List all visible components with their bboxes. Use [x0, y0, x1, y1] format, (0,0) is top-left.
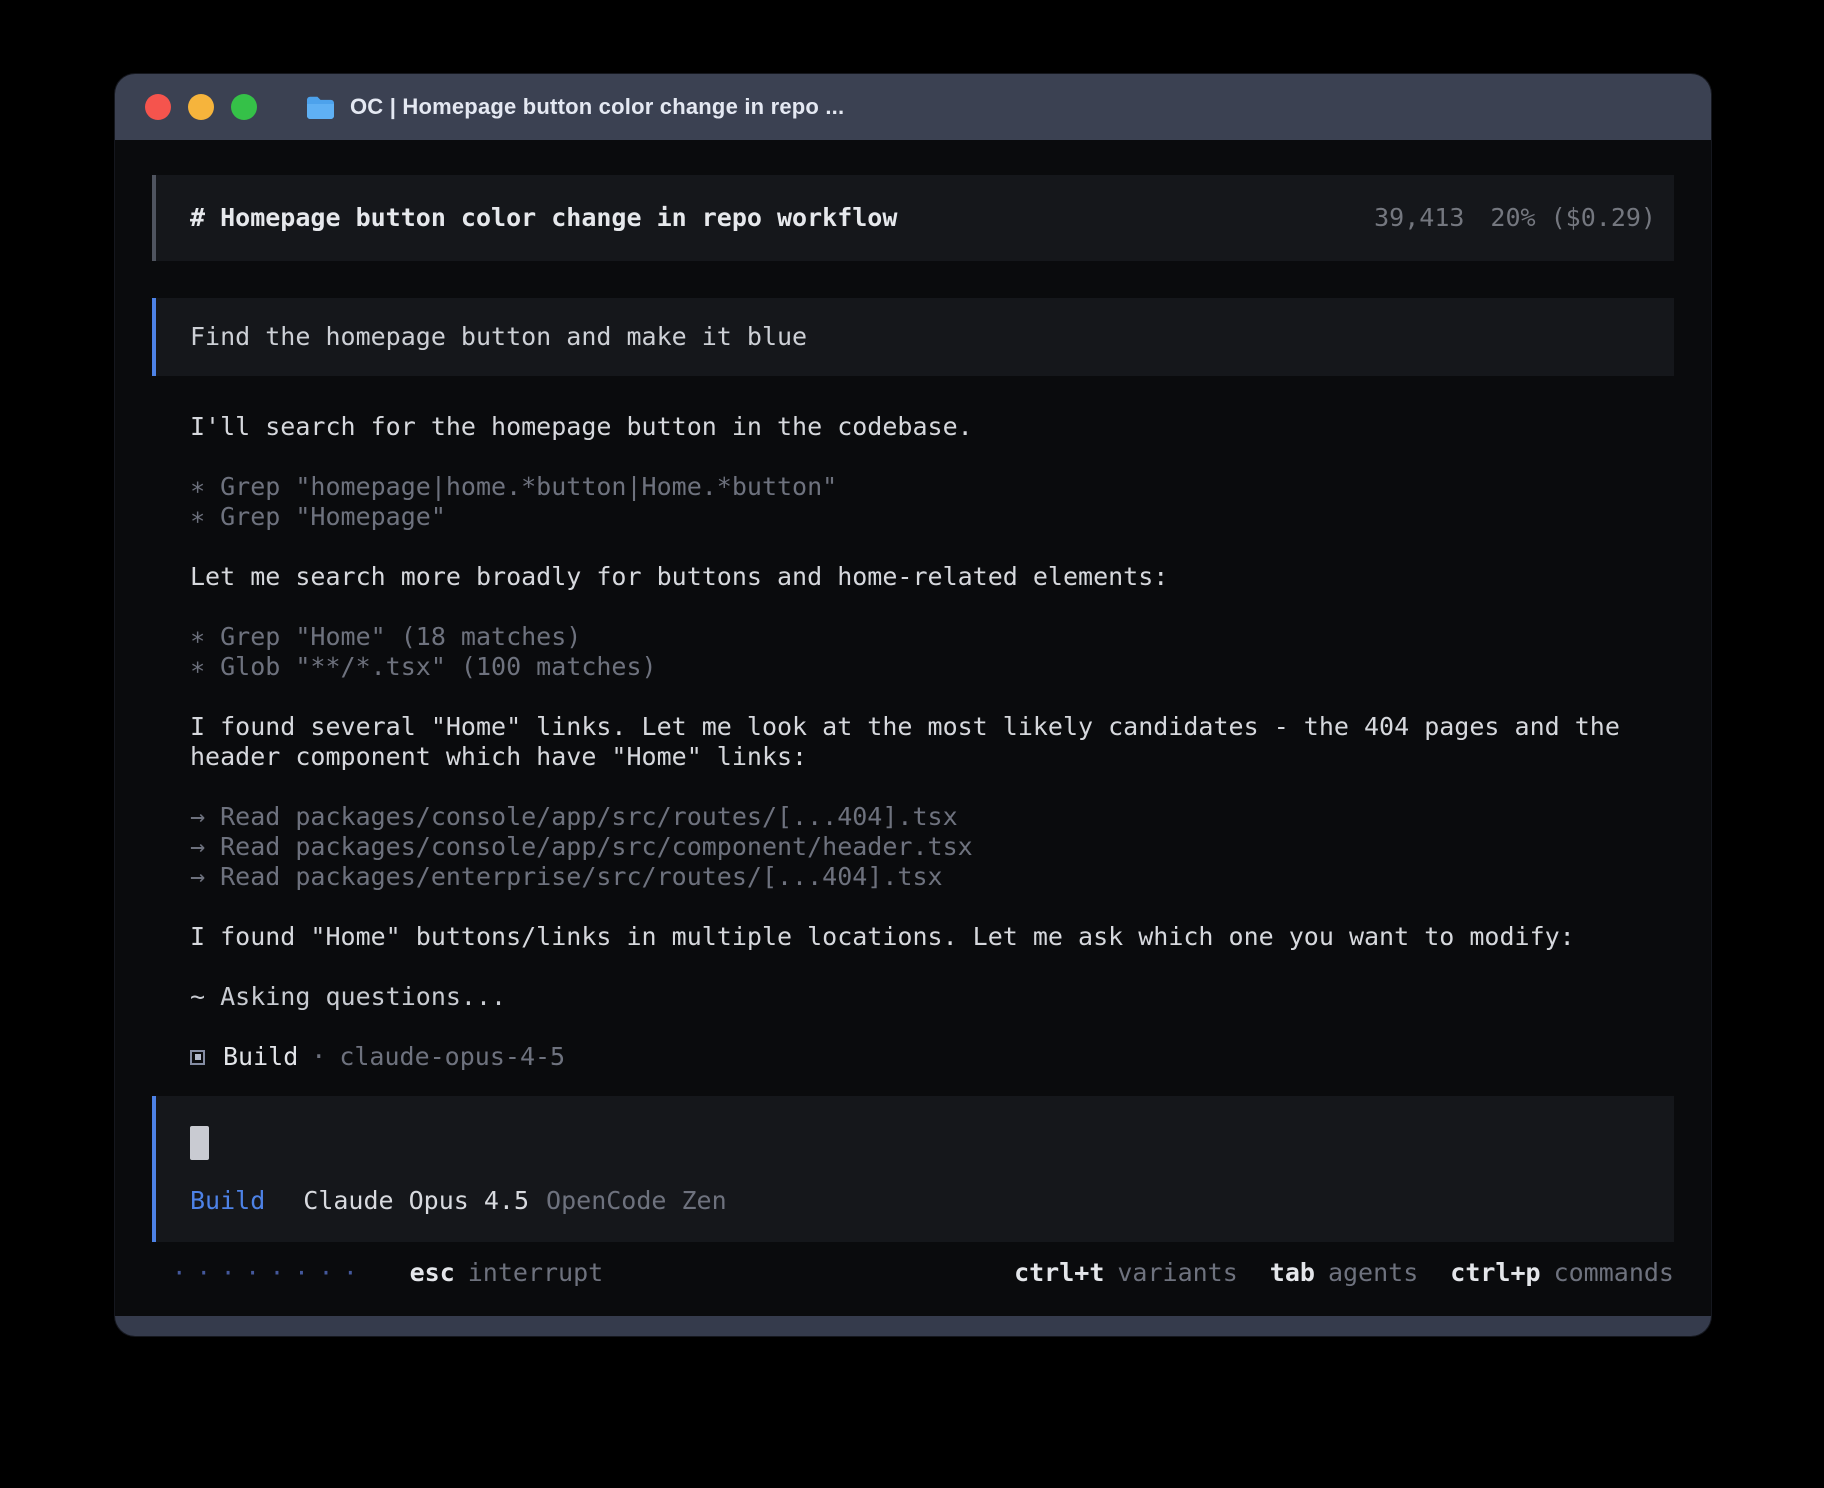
hint-variants: ctrl+t variants	[1014, 1258, 1238, 1288]
assistant-text: I found "Home" buttons/links in multiple…	[190, 922, 1670, 952]
app-window: OC | Homepage button color change in rep…	[115, 74, 1711, 1336]
status-line: ~ Asking questions...	[190, 982, 1670, 1012]
assistant-response: I'll search for the homepage button in t…	[152, 412, 1674, 1072]
window-controls	[145, 94, 257, 120]
titlebar: OC | Homepage button color change in rep…	[115, 74, 1711, 140]
tool-call-grep: ∗ Grep "Home" (18 matches)	[190, 622, 1670, 652]
terminal: # Homepage button color change in repo w…	[115, 140, 1711, 1316]
window-title: OC | Homepage button color change in rep…	[350, 94, 844, 120]
user-message: Find the homepage button and make it blu…	[152, 298, 1674, 376]
hint-key: tab	[1270, 1258, 1315, 1288]
hint-label: agents	[1328, 1258, 1418, 1288]
folder-icon	[305, 95, 336, 120]
hint-key: ctrl+t	[1014, 1258, 1104, 1288]
agent-square-icon	[190, 1050, 205, 1065]
esc-key-label: interrupt	[468, 1258, 603, 1288]
assistant-text: Let me search more broadly for buttons a…	[190, 562, 1670, 592]
session-title: # Homepage button color change in repo w…	[190, 203, 897, 233]
tool-call-read: → Read packages/enterprise/src/routes/[.…	[190, 862, 1670, 892]
spinner-dots: ········	[172, 1258, 368, 1288]
prompt-input[interactable]: Build Claude Opus 4.5 OpenCode Zen	[152, 1096, 1674, 1242]
token-count: 39,413	[1374, 203, 1464, 233]
input-provider: OpenCode Zen	[546, 1186, 727, 1216]
minimize-button[interactable]	[188, 94, 214, 120]
input-model: Claude Opus 4.5	[303, 1186, 529, 1216]
tool-call-group: → Read packages/console/app/src/routes/[…	[190, 802, 1670, 892]
input-agent-mode[interactable]: Build	[190, 1186, 265, 1216]
assistant-text: I'll search for the homepage button in t…	[190, 412, 1670, 442]
keyboard-hints: ctrl+t variants tab agents ctrl+p comman…	[1014, 1258, 1674, 1288]
hint-key: ctrl+p	[1450, 1258, 1540, 1288]
session-header: # Homepage button color change in repo w…	[152, 175, 1674, 261]
hint-commands: ctrl+p commands	[1450, 1258, 1674, 1288]
session-stats: 39,413 20% ($0.29)	[1374, 203, 1656, 233]
user-message-text: Find the homepage button and make it blu…	[190, 322, 807, 351]
status-bar: ········ esc interrupt ctrl+t variants t…	[152, 1258, 1674, 1288]
tool-call-group: ∗ Grep "homepage|home.*button|Home.*butt…	[190, 472, 1670, 532]
tool-call-glob: ∗ Glob "**/*.tsx" (100 matches)	[190, 652, 1670, 682]
agent-name: Build	[223, 1042, 298, 1072]
tool-call-grep: ∗ Grep "Homepage"	[190, 502, 1670, 532]
close-button[interactable]	[145, 94, 171, 120]
esc-key-hint: esc	[410, 1258, 455, 1288]
separator-dot: ·	[311, 1042, 326, 1072]
text-cursor	[190, 1126, 209, 1160]
hint-agents: tab agents	[1270, 1258, 1418, 1288]
agent-model: claude-opus-4-5	[339, 1042, 565, 1072]
input-meta: Build Claude Opus 4.5 OpenCode Zen	[190, 1186, 1640, 1216]
window-bottom-chrome	[115, 1316, 1711, 1336]
assistant-text: I found several "Home" links. Let me loo…	[190, 712, 1670, 772]
hint-label: commands	[1554, 1258, 1674, 1288]
tool-call-read: → Read packages/console/app/src/routes/[…	[190, 802, 1670, 832]
context-usage: 20% ($0.29)	[1490, 203, 1656, 233]
zoom-button[interactable]	[231, 94, 257, 120]
tool-call-grep: ∗ Grep "homepage|home.*button|Home.*butt…	[190, 472, 1670, 502]
agent-status-row: Build · claude-opus-4-5	[190, 1042, 1670, 1072]
hint-label: variants	[1117, 1258, 1237, 1288]
tool-call-group: ∗ Grep "Home" (18 matches) ∗ Glob "**/*.…	[190, 622, 1670, 682]
tool-call-read: → Read packages/console/app/src/componen…	[190, 832, 1670, 862]
